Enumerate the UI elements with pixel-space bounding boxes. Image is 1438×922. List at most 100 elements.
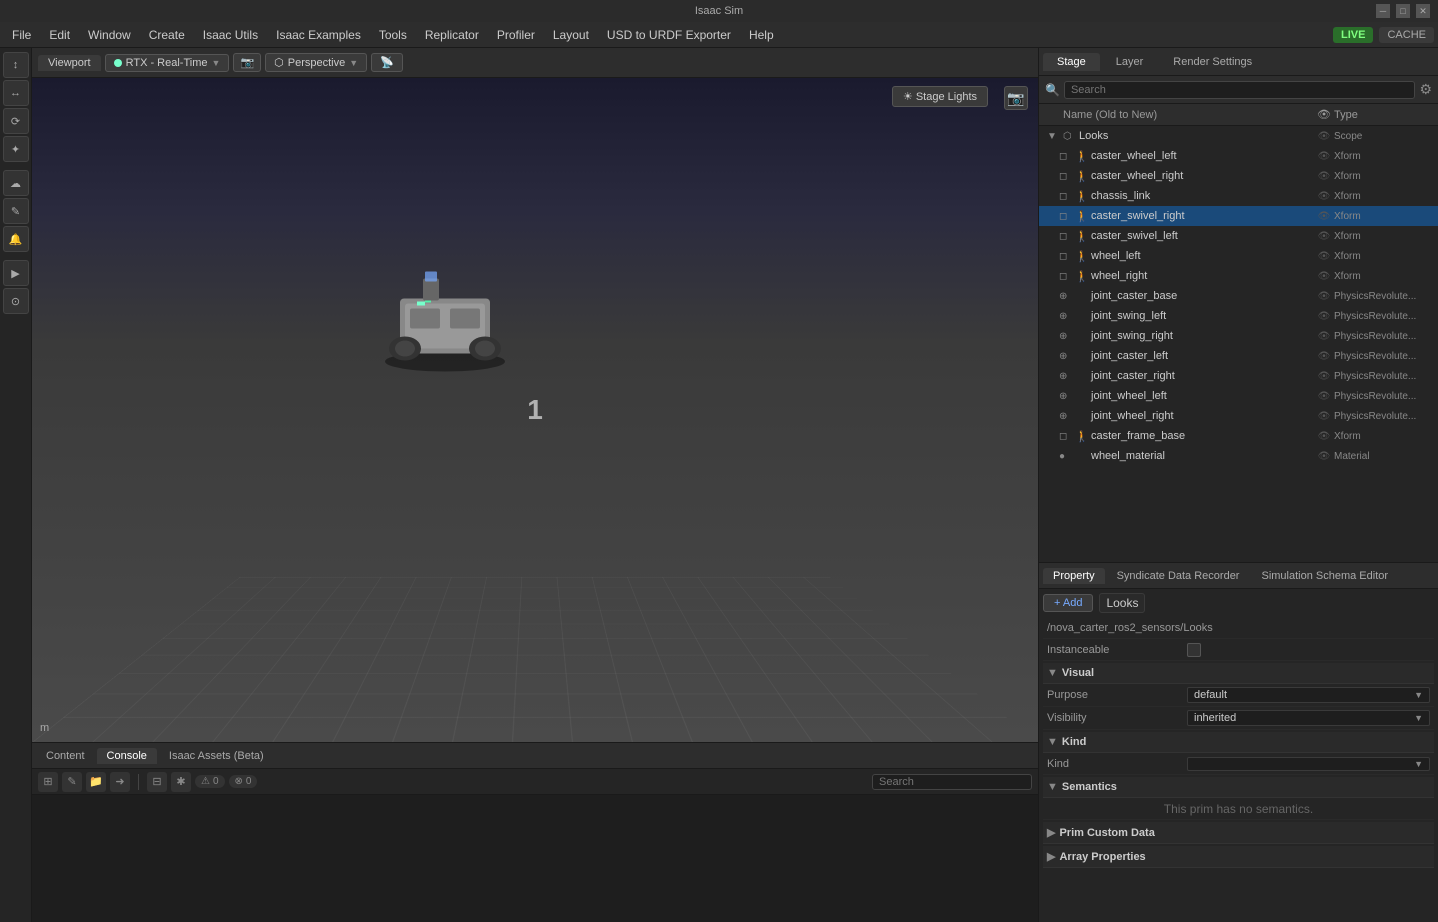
col-type-header: Type (1334, 109, 1434, 121)
close-button[interactable]: ✕ (1416, 4, 1430, 18)
tab-console[interactable]: Console (97, 748, 157, 764)
menu-isaac-examples[interactable]: Isaac Examples (268, 26, 369, 44)
menu-layout[interactable]: Layout (545, 26, 597, 44)
add-button[interactable]: + Add (1043, 594, 1093, 612)
toolbar-notify-btn[interactable]: 🔔 (3, 226, 29, 252)
toolbar-scale-btn[interactable]: ✦ (3, 136, 29, 162)
item-name: chassis_link (1091, 190, 1314, 202)
menu-create[interactable]: Create (141, 26, 193, 44)
radio-button[interactable]: 📡 (371, 53, 403, 72)
toolbar-move-btn[interactable]: ↔ (3, 80, 29, 106)
prop-row-prim-path: /nova_carter_ros2_sensors/Looks (1043, 617, 1434, 639)
tab-content[interactable]: Content (36, 748, 95, 764)
section-visual[interactable]: ▼ Visual (1043, 663, 1434, 684)
tree-item-caster-swivel-right[interactable]: ◻ 🚶 caster_swivel_right 👁 Xform (1039, 206, 1438, 226)
rtx-button[interactable]: RTX - Real-Time ▼ (105, 54, 230, 72)
camera-icon-button[interactable]: 📷 (233, 53, 261, 72)
tab-isaac-assets[interactable]: Isaac Assets (Beta) (159, 748, 274, 764)
viewport-tab[interactable]: Viewport (38, 55, 101, 71)
kind-select[interactable]: ▼ (1187, 757, 1430, 771)
tree-item-caster-frame-base[interactable]: ◻ 🚶 caster_frame_base 👁 Xform (1039, 426, 1438, 446)
tree-item-joint-caster-right[interactable]: ⊕ joint_caster_right 👁 PhysicsRevolute..… (1039, 366, 1438, 386)
console-folder-icon[interactable]: 📁 (86, 772, 106, 792)
stage-lights-button[interactable]: ☀ Stage Lights (892, 86, 988, 107)
visibility-select[interactable]: inherited ▼ (1187, 710, 1430, 726)
rtx-dot (114, 59, 122, 67)
box-icon: ◻ (1059, 431, 1075, 442)
tree-item-wheel-right[interactable]: ◻ 🚶 wheel_right 👁 Xform (1039, 266, 1438, 286)
app-title: Isaac Sim (695, 5, 743, 17)
menu-file[interactable]: File (4, 26, 39, 44)
console-search-input[interactable] (872, 774, 1032, 790)
folder-icon: ▼ (1047, 131, 1063, 142)
menu-profiler[interactable]: Profiler (489, 26, 543, 44)
tab-stage[interactable]: Stage (1043, 53, 1100, 71)
tree-item-looks[interactable]: ▼ ⬡ Looks 👁 Scope (1039, 126, 1438, 146)
eye-icon: 👁 (1314, 291, 1334, 302)
menu-tools[interactable]: Tools (371, 26, 415, 44)
console-edit-icon[interactable]: ✎ (62, 772, 82, 792)
stage-filter-icon[interactable]: ⚙ (1419, 81, 1432, 98)
section-semantics[interactable]: ▼ Semantics (1043, 777, 1434, 798)
robot-sensor (417, 302, 425, 306)
box-icon: ◻ (1059, 171, 1075, 182)
section-array-properties[interactable]: ▶ Array Properties (1043, 846, 1434, 868)
perspective-button[interactable]: ⬡ Perspective ▼ (265, 53, 367, 72)
toolbar-select-btn[interactable]: ↕ (3, 52, 29, 78)
kind-dropdown-arrow: ▼ (1414, 759, 1423, 769)
tree-item-joint-wheel-left[interactable]: ⊕ joint_wheel_left 👁 PhysicsRevolute... (1039, 386, 1438, 406)
tree-item-joint-swing-right[interactable]: ⊕ joint_swing_right 👁 PhysicsRevolute... (1039, 326, 1438, 346)
purpose-select[interactable]: default ▼ (1187, 687, 1430, 703)
tree-item-chassis-link[interactable]: ◻ 🚶 chassis_link 👁 Xform (1039, 186, 1438, 206)
tab-layer[interactable]: Layer (1102, 53, 1158, 71)
robot-panel-right (450, 309, 480, 329)
tab-syndicate[interactable]: Syndicate Data Recorder (1107, 568, 1250, 584)
item-type: Material (1334, 451, 1434, 462)
robot-wheel-left-inner (395, 341, 415, 357)
tree-item-joint-swing-left[interactable]: ⊕ joint_swing_left 👁 PhysicsRevolute... (1039, 306, 1438, 326)
item-name: joint_wheel_right (1091, 410, 1314, 422)
tree-item-joint-wheel-right[interactable]: ⊕ joint_wheel_right 👁 PhysicsRevolute... (1039, 406, 1438, 426)
menu-window[interactable]: Window (80, 26, 139, 44)
tree-item-joint-caster-left[interactable]: ⊕ joint_caster_left 👁 PhysicsRevolute... (1039, 346, 1438, 366)
viewport-camera-button[interactable]: 📷 (1004, 86, 1028, 110)
viewport-canvas[interactable]: ☀ Stage Lights 📷 1 m (32, 78, 1038, 742)
menu-replicator[interactable]: Replicator (417, 26, 487, 44)
toolbar-snap-btn[interactable]: ☁ (3, 170, 29, 196)
toolbar-edit-btn[interactable]: ✎ (3, 198, 29, 224)
stage-search-input[interactable] (1064, 81, 1415, 99)
tree-item-caster-swivel-left[interactable]: ◻ 🚶 caster_swivel_left 👁 Xform (1039, 226, 1438, 246)
toolbar-rotate-btn[interactable]: ⟳ (3, 108, 29, 134)
toolbar-record-btn[interactable]: ⊙ (3, 288, 29, 314)
menu-usd-exporter[interactable]: USD to URDF Exporter (599, 26, 739, 44)
tab-sim-schema[interactable]: Simulation Schema Editor (1251, 568, 1398, 584)
console-asterisk-icon[interactable]: ✱ (171, 772, 191, 792)
tree-item-joint-caster-base[interactable]: ⊕ joint_caster_base 👁 PhysicsRevolute... (1039, 286, 1438, 306)
eye-icon: 👁 (1314, 431, 1334, 442)
live-badge[interactable]: LIVE (1333, 27, 1373, 43)
menu-isaac-utils[interactable]: Isaac Utils (195, 26, 266, 44)
tree-item-caster-wheel-right[interactable]: ◻ 🚶 caster_wheel_right 👁 Xform (1039, 166, 1438, 186)
menu-help[interactable]: Help (741, 26, 782, 44)
viewport-header: Viewport RTX - Real-Time ▼ 📷 ⬡ Perspecti… (32, 48, 1038, 78)
tree-item-wheel-material[interactable]: ● wheel_material 👁 Material (1039, 446, 1438, 466)
menu-edit[interactable]: Edit (41, 26, 78, 44)
maximize-button[interactable]: □ (1396, 4, 1410, 18)
minimize-button[interactable]: ─ (1376, 4, 1390, 18)
tab-property[interactable]: Property (1043, 568, 1105, 584)
tab-render-settings[interactable]: Render Settings (1159, 53, 1266, 71)
tree-item-wheel-left[interactable]: ◻ 🚶 wheel_left 👁 Xform (1039, 246, 1438, 266)
section-prim-custom-data[interactable]: ▶ Prim Custom Data (1043, 822, 1434, 844)
console-filter2-icon[interactable]: ⊟ (147, 772, 167, 792)
instanceable-checkbox[interactable] (1187, 643, 1201, 657)
stage-search-bar: 🔍 ⚙ (1039, 76, 1438, 104)
console-filter-icon[interactable]: ⊞ (38, 772, 58, 792)
section-kind[interactable]: ▼ Kind (1043, 732, 1434, 753)
item-type: PhysicsRevolute... (1334, 331, 1434, 342)
sun-icon: ☀ (903, 91, 916, 103)
tree-item-caster-wheel-left[interactable]: ◻ 🚶 caster_wheel_left 👁 Xform (1039, 146, 1438, 166)
console-run-icon[interactable]: ➜ (110, 772, 130, 792)
anim-icon: 🚶 (1075, 270, 1091, 283)
toolbar-play-btn[interactable]: ▶ (3, 260, 29, 286)
anim-icon: 🚶 (1075, 170, 1091, 183)
